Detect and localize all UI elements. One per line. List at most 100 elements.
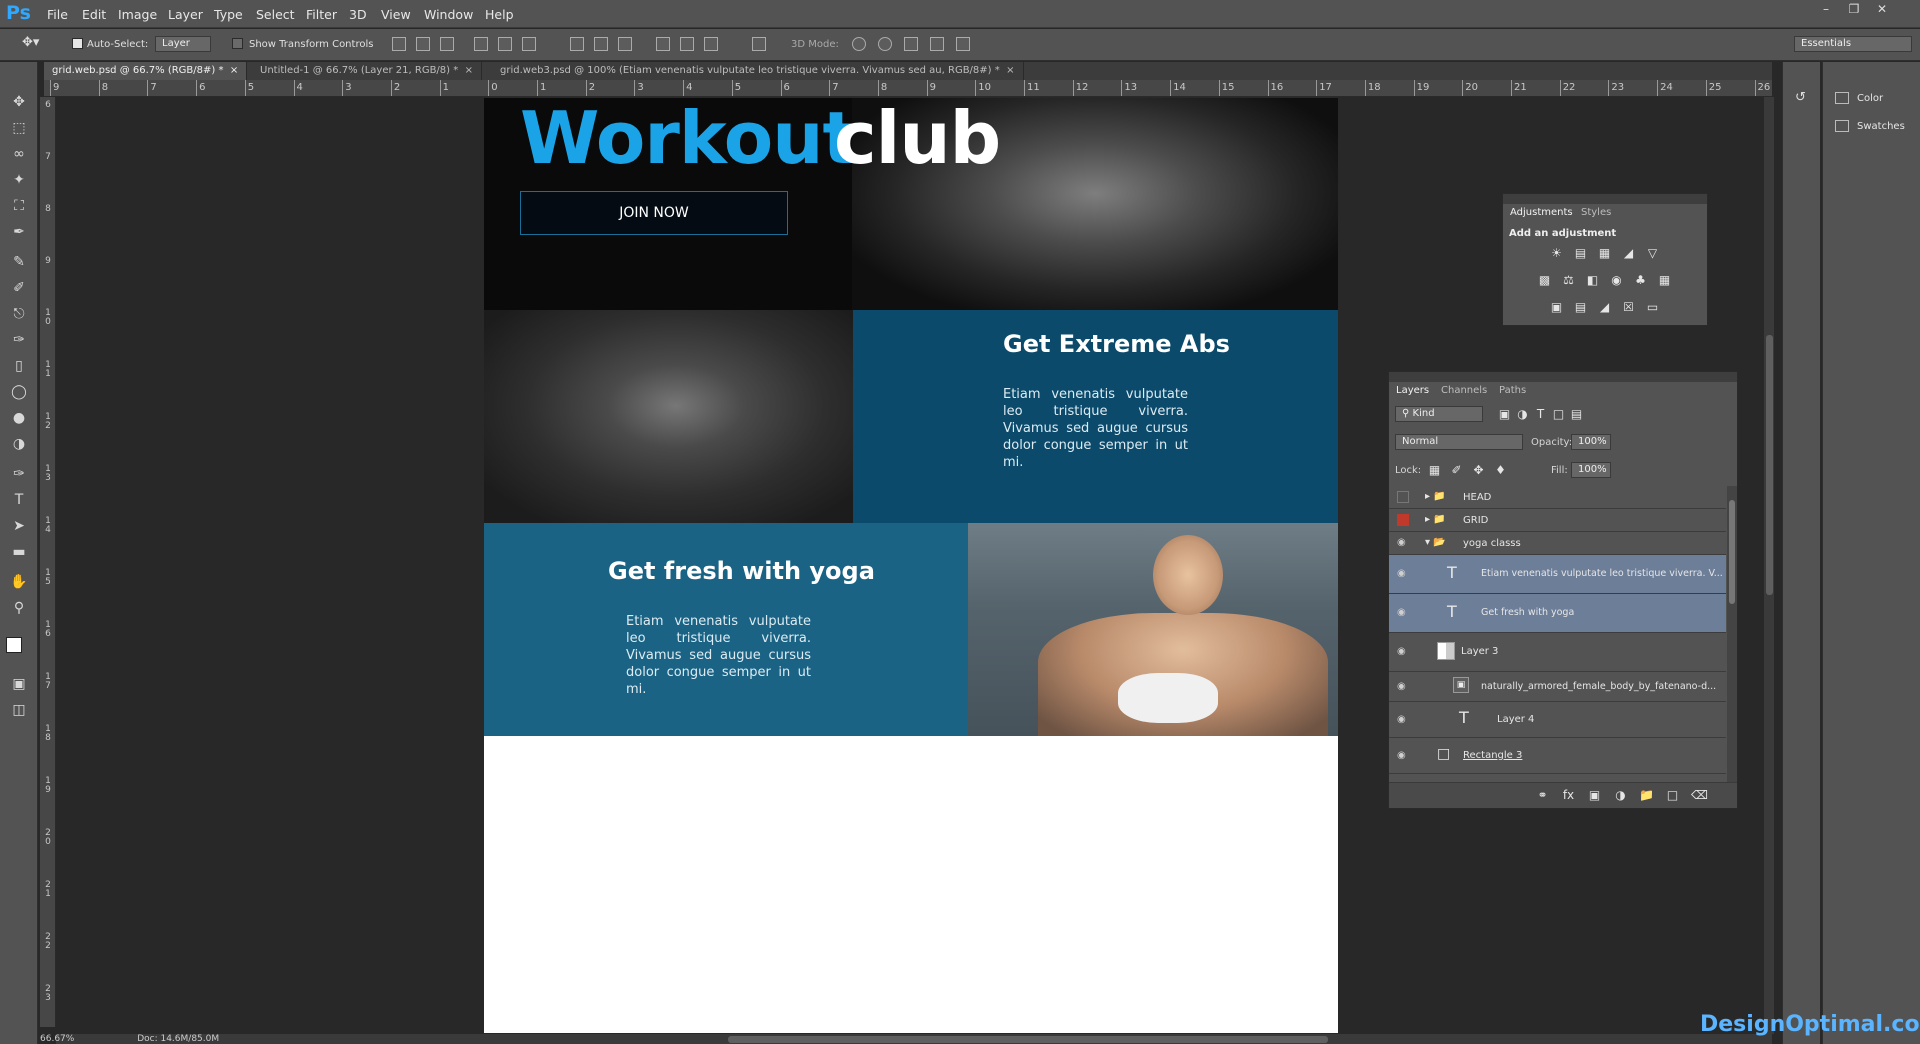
filter-type-icon[interactable]: T <box>1533 407 1548 422</box>
fx-icon[interactable]: fx <box>1561 788 1576 803</box>
menu-window[interactable]: Window <box>424 7 473 22</box>
doc-size[interactable]: Doc: 14.6M/85.0M <box>137 1034 219 1044</box>
auto-select-dropdown[interactable]: Layer <box>155 36 211 52</box>
lock-transparency-icon[interactable]: ▦ <box>1427 463 1442 478</box>
lock-pixels-icon[interactable]: ✐ <box>1449 463 1464 478</box>
visibility-toggle[interactable] <box>1397 491 1409 503</box>
layer-row-yoga-class[interactable]: ◉ ▾ 📂 yoga classs <box>1389 532 1726 555</box>
eraser-tool-icon[interactable]: ▯ <box>8 356 30 376</box>
menu-view[interactable]: View <box>381 7 411 22</box>
exposure-icon[interactable]: ◢ <box>1621 246 1636 261</box>
move-tool-icon[interactable]: ✥▾ <box>22 35 39 50</box>
tab-layers[interactable]: Layers <box>1390 382 1436 398</box>
marquee-tool-icon[interactable]: ⬚ <box>8 118 30 138</box>
lock-all-icon[interactable]: ♦ <box>1493 463 1508 478</box>
channel-mixer-icon[interactable]: ♣ <box>1633 273 1648 288</box>
new-group-icon[interactable]: 📁 <box>1639 788 1654 803</box>
menu-3d[interactable]: 3D <box>349 7 367 22</box>
dodge-tool-icon[interactable]: ◑ <box>8 434 30 454</box>
menu-filter[interactable]: Filter <box>306 7 337 22</box>
group-arrow-icon[interactable]: ▸ 📁 <box>1425 514 1446 525</box>
transform-controls-checkbox[interactable] <box>232 38 243 49</box>
delete-layer-icon[interactable]: ⌫ <box>1691 788 1708 803</box>
3d-slide-icon[interactable] <box>930 37 944 51</box>
align-left-icon[interactable] <box>474 37 488 51</box>
blur-tool-icon[interactable]: ● <box>8 408 30 428</box>
eye-icon[interactable]: ◉ <box>1397 714 1406 725</box>
panel-header[interactable] <box>1503 194 1707 204</box>
screen-mode-icon[interactable]: ◫ <box>8 700 30 720</box>
filter-smart-icon[interactable]: ▤ <box>1569 407 1584 422</box>
magic-wand-icon[interactable]: ✦ <box>8 170 30 190</box>
align-vcenter-icon[interactable] <box>416 37 430 51</box>
black-white-icon[interactable]: ◧ <box>1585 273 1600 288</box>
filter-shape-icon[interactable]: □ <box>1551 407 1566 422</box>
group-open-icon[interactable]: ▾ 📂 <box>1425 537 1446 548</box>
3d-scale-icon[interactable] <box>956 37 970 51</box>
close-icon[interactable]: ✕ <box>1870 2 1894 18</box>
quick-mask-icon[interactable]: ▣ <box>8 674 30 694</box>
eye-icon[interactable]: ◉ <box>1397 646 1406 657</box>
tab-grid-web[interactable]: grid.web.psd @ 66.7% (RGB/8#) * × <box>44 62 248 80</box>
auto-select-checkbox[interactable] <box>72 38 83 49</box>
join-now-button[interactable]: JOIN NOW <box>520 191 788 235</box>
layer-row-etiam-text[interactable]: ◉ T Etiam venenatis vulputate leo tristi… <box>1389 555 1726 594</box>
workspace-dropdown[interactable]: Essentials <box>1794 36 1912 52</box>
eye-icon[interactable]: ◉ <box>1397 681 1406 692</box>
tab-channels[interactable]: Channels <box>1435 382 1493 398</box>
vibrance-icon[interactable]: ▽ <box>1645 246 1660 261</box>
type-tool-icon[interactable]: T <box>8 490 30 510</box>
levels-icon[interactable]: ▤ <box>1573 246 1588 261</box>
layer-row-head[interactable]: ▸ 📁 HEAD <box>1389 486 1726 509</box>
brush-tool-icon[interactable]: ✐ <box>8 278 30 298</box>
lock-position-icon[interactable]: ✥ <box>1471 463 1486 478</box>
zoom-tool-icon[interactable]: ⚲ <box>8 598 30 618</box>
blend-mode-dropdown[interactable]: Normal <box>1395 434 1523 450</box>
distribute-bottom-icon[interactable] <box>618 37 632 51</box>
menu-layer[interactable]: Layer <box>168 7 203 22</box>
distribute-left-icon[interactable] <box>656 37 670 51</box>
visibility-toggle[interactable] <box>1397 514 1409 526</box>
move-tool-icon[interactable]: ✥ <box>8 92 30 112</box>
eye-icon[interactable]: ◉ <box>1397 750 1406 761</box>
minimize-icon[interactable]: – <box>1814 2 1838 18</box>
paint-bucket-icon[interactable]: ◯ <box>8 382 30 402</box>
vertical-ruler[interactable]: 6 7 8 9 1 0 1 1 1 2 1 3 1 4 1 5 1 6 1 7 1 8 1 9 2 0 2 1… <box>40 97 56 1027</box>
menu-file[interactable]: File <box>47 7 68 22</box>
posterize-icon[interactable]: ▤ <box>1573 300 1588 315</box>
distribute-vcenter-icon[interactable] <box>594 37 608 51</box>
menu-image[interactable]: Image <box>118 7 157 22</box>
panel-header[interactable] <box>1389 372 1737 382</box>
color-lookup-icon[interactable]: ▦ <box>1657 273 1672 288</box>
distribute-hcenter-icon[interactable] <box>680 37 694 51</box>
auto-align-icon[interactable] <box>752 37 766 51</box>
dock-item-color[interactable]: Color <box>1835 92 1883 104</box>
eye-icon[interactable]: ◉ <box>1397 607 1406 618</box>
distribute-top-icon[interactable] <box>570 37 584 51</box>
color-balance-icon[interactable]: ⚖ <box>1561 273 1576 288</box>
document-canvas[interactable]: Workout club JOIN NOW Get Extreme Abs Et… <box>484 98 1338 1033</box>
close-icon[interactable]: × <box>1006 65 1014 76</box>
close-icon[interactable]: × <box>230 65 238 76</box>
opacity-input[interactable]: 100% <box>1571 434 1611 450</box>
hue-saturation-icon[interactable]: ▩ <box>1537 273 1552 288</box>
invert-icon[interactable]: ▣ <box>1549 300 1564 315</box>
layer-row-grid[interactable]: ▸ 📁 GRID <box>1389 509 1726 532</box>
eye-icon[interactable]: ◉ <box>1397 537 1406 548</box>
link-layers-icon[interactable]: ⚭ <box>1535 788 1550 803</box>
horizontal-ruler[interactable]: 9 8 7 6 5 4 3 2 1 0 1 2 3 4 5 6 7 8 9 10 11 12 13 14 15 16 17 18 19 2… <box>44 80 1772 97</box>
pen-tool-icon[interactable]: ✑ <box>8 464 30 484</box>
history-brush-icon[interactable]: ✑ <box>8 330 30 350</box>
filter-adjustment-icon[interactable]: ◑ <box>1515 407 1530 422</box>
layer-row-yoga-title[interactable]: ◉ T Get fresh with yoga <box>1389 594 1726 633</box>
menu-help[interactable]: Help <box>485 7 514 22</box>
shape-tool-icon[interactable]: ▬ <box>8 542 30 562</box>
distribute-right-icon[interactable] <box>704 37 718 51</box>
healing-brush-icon[interactable]: ✎ <box>8 252 30 272</box>
layer-row-layer-4[interactable]: ◉ T Layer 4 <box>1389 702 1726 738</box>
new-adjustment-icon[interactable]: ◑ <box>1613 788 1628 803</box>
layer-row-armored-body[interactable]: ◉ ▣ naturally_armored_female_body_by_fat… <box>1389 672 1726 702</box>
tab-untitled-1[interactable]: Untitled-1 @ 66.7% (Layer 21, RGB/8) * × <box>252 62 482 80</box>
path-selection-icon[interactable]: ➤ <box>8 516 30 536</box>
close-icon[interactable]: × <box>465 65 473 76</box>
